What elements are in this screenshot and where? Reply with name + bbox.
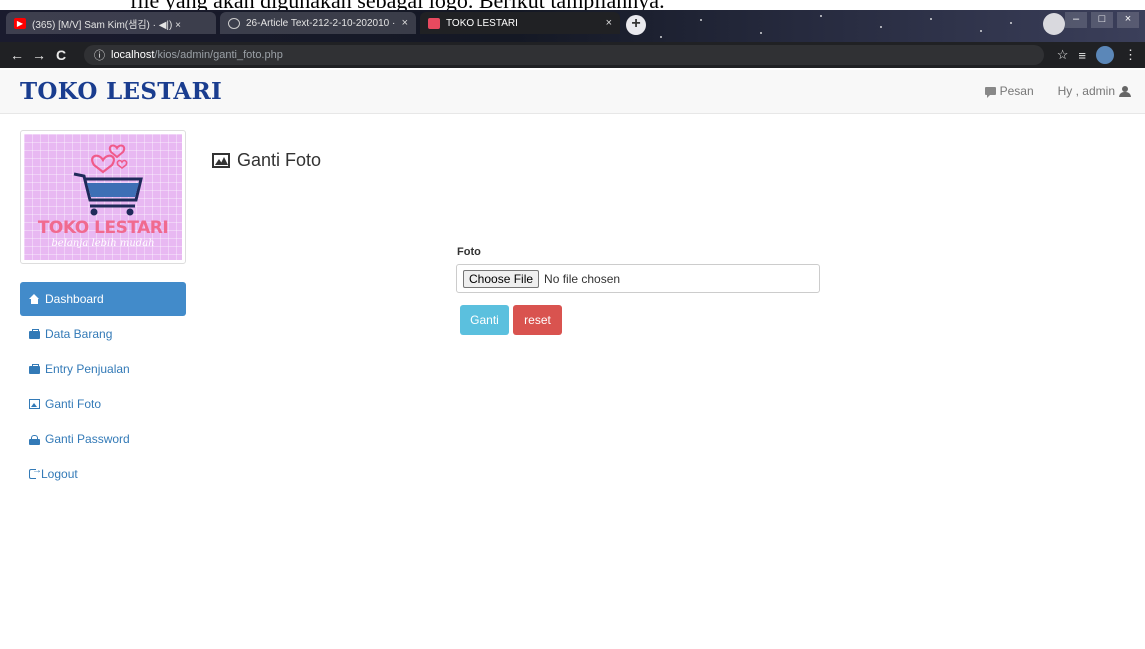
info-icon[interactable]: ⓘ: [94, 47, 105, 63]
reload-icon[interactable]: C: [50, 47, 72, 63]
foto-label: Foto: [457, 246, 481, 258]
sidebar-item-label: Ganti Foto: [45, 397, 102, 411]
logo-image: TOKO LESTARI belanja lebih mudah: [24, 134, 182, 260]
sidebar-menu: Dashboard Data Barang Entry Penjualan Ga…: [20, 282, 186, 492]
sidebar-item-label: Logout: [41, 467, 78, 481]
picture-icon: [212, 153, 230, 168]
choose-file-button[interactable]: Choose File: [463, 269, 540, 288]
sidebar-item-label: Ganti Password: [45, 432, 130, 446]
messages-link[interactable]: Pesan: [984, 84, 1034, 98]
tab-label: (365) [M/V] Sam Kim(샘김) · ◀|) ×: [32, 19, 181, 31]
brand-title[interactable]: TOKO LESTARI: [20, 78, 222, 105]
file-status: No file chosen: [544, 271, 621, 286]
briefcase-icon: [29, 364, 40, 374]
file-input[interactable]: Choose File No file chosen: [456, 264, 820, 293]
avatar[interactable]: [1096, 46, 1114, 64]
page-icon: [428, 17, 440, 29]
logo-subtitle: belanja lebih mudah: [51, 238, 155, 249]
toolbar-icons: ☆ ≡ ⋮: [1057, 46, 1137, 64]
page-title: Ganti Foto: [212, 150, 321, 171]
sidebar-item-ganti-foto[interactable]: Ganti Foto: [20, 387, 186, 421]
forward-icon[interactable]: →: [28, 47, 50, 63]
globe-icon: [228, 17, 240, 29]
sidebar-item-ganti-password[interactable]: Ganti Password: [20, 422, 186, 456]
sidebar-item-data-barang[interactable]: Data Barang: [20, 317, 186, 351]
sidebar-item-dashboard[interactable]: Dashboard: [20, 282, 186, 316]
picture-icon: [29, 399, 40, 409]
youtube-icon: ▶: [14, 17, 26, 29]
user-menu[interactable]: Hy , admin: [1058, 84, 1131, 98]
back-icon[interactable]: ←: [6, 47, 28, 63]
menu-dots-icon[interactable]: ⋮: [1124, 47, 1137, 63]
reset-button[interactable]: reset: [513, 305, 562, 335]
media-icon[interactable]: ≡: [1078, 48, 1086, 63]
sidebar-item-label: Entry Penjualan: [45, 362, 130, 376]
messages-label: Pesan: [999, 84, 1034, 98]
star-icon[interactable]: ☆: [1057, 47, 1069, 63]
document-caption: file yang akan digunakan sebagai logo. B…: [0, 0, 1145, 10]
page-title-text: Ganti Foto: [237, 150, 322, 170]
tab-label: TOKO LESTARI: [446, 17, 518, 29]
logout-icon: [29, 465, 42, 479]
sidebar-item-logout[interactable]: Logout: [20, 457, 186, 491]
tab-toko-lestari[interactable]: TOKO LESTARI ×: [420, 12, 620, 34]
url-bar[interactable]: ⓘ localhost/kios/admin/ganti_foto.php: [84, 45, 1044, 65]
site-navbar: TOKO LESTARI Pesan Hy , admin: [0, 70, 1145, 114]
url-path: /kios/admin/ganti_foto.php: [154, 49, 283, 61]
tab-close-icon[interactable]: ×: [402, 17, 408, 29]
store-logo: TOKO LESTARI belanja lebih mudah: [20, 130, 186, 264]
ganti-button[interactable]: Ganti: [460, 305, 509, 335]
maximize-icon[interactable]: □: [1091, 12, 1113, 28]
logo-title: TOKO LESTARI: [37, 218, 169, 238]
url-host: localhost: [111, 49, 155, 61]
home-icon: [29, 294, 40, 304]
navbar-right: Pesan Hy , admin: [984, 84, 1131, 98]
sidebar-item-label: Data Barang: [45, 327, 113, 341]
lock-icon: [29, 435, 40, 445]
window-controls: – □ ×: [1065, 12, 1139, 28]
user-label: Hy , admin: [1057, 84, 1115, 98]
briefcase-icon: [29, 329, 40, 339]
tab-youtube[interactable]: ▶ (365) [M/V] Sam Kim(샘김) · ◀|) ×: [6, 12, 216, 34]
close-window-icon[interactable]: ×: [1117, 12, 1139, 28]
minimize-icon[interactable]: –: [1065, 12, 1087, 28]
sidebar-item-label: Dashboard: [45, 292, 104, 306]
profile-icon[interactable]: [1043, 13, 1065, 35]
browser-tab-bar: ▶ (365) [M/V] Sam Kim(샘김) · ◀|) × 26-Art…: [0, 10, 1145, 42]
comment-icon: [984, 87, 996, 98]
new-tab-button[interactable]: +: [626, 15, 646, 35]
user-icon: [1119, 85, 1131, 97]
tab-article[interactable]: 26-Article Text-212-2-10-202010 · ×: [220, 12, 416, 34]
sidebar-item-entry-penjualan[interactable]: Entry Penjualan: [20, 352, 186, 386]
tab-close-icon[interactable]: ×: [606, 17, 612, 29]
browser-toolbar: ← → C ⓘ localhost/kios/admin/ganti_foto.…: [0, 42, 1145, 68]
tab-label: 26-Article Text-212-2-10-202010 ·: [246, 17, 396, 29]
